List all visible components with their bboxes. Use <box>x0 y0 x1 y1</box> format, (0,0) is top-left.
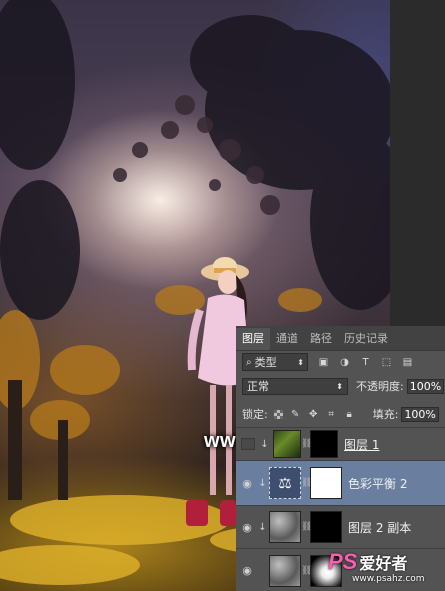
layer-mask-thumbnail <box>310 467 342 499</box>
blend-row: 正常 ⬍ 不透明度: 100% <box>236 374 445 398</box>
clipping-arrow-icon: ↓ <box>258 477 267 489</box>
blend-mode-value: 正常 <box>247 380 269 393</box>
fill-label: 填充: <box>372 408 399 421</box>
eye-icon[interactable]: ◉ <box>236 521 258 534</box>
layer-name: 色彩平衡 2 <box>348 476 408 491</box>
blend-mode-select[interactable]: 正常 ⬍ <box>242 377 348 395</box>
panel-tabs: 图层 通道 路径 历史记录 <box>236 326 445 351</box>
link-icon: ⛓ <box>301 565 313 576</box>
clipping-arrow-icon: ↓ <box>260 438 269 450</box>
lock-image-pixels-icon[interactable]: ✎ <box>290 409 301 420</box>
layer-name: 图层 1 <box>344 437 380 452</box>
smart-object-filter-icon[interactable]: ▤ <box>402 357 413 368</box>
layer-thumbnail <box>273 430 301 458</box>
stepper-arrows-icon: ⬍ <box>336 381 343 391</box>
tab-paths[interactable]: 路径 <box>304 328 338 350</box>
lock-artboard-icon[interactable]: ⌗ <box>326 409 337 420</box>
layer-filter-row: ⌕ 类型 ⬍ ▣ ◑ T ⬚ ▤ <box>236 350 445 374</box>
lock-label: 锁定: <box>242 408 268 421</box>
layer-mask-thumbnail <box>310 511 342 543</box>
lock-all-icon[interactable]: 🔒︎ <box>344 409 355 420</box>
link-icon: ⛓ <box>301 478 313 488</box>
layer-row[interactable]: ◉ ↓ ⛓ 图层 2 副本 <box>236 505 445 548</box>
tab-layers[interactable]: 图层 <box>236 328 270 350</box>
opacity-label: 不透明度: <box>356 380 404 393</box>
fill-input[interactable]: 100% <box>401 406 439 422</box>
logo-ps-text: PS <box>328 549 358 574</box>
search-icon: ⌕ <box>246 356 252 368</box>
layer-mask-thumbnail <box>310 430 338 458</box>
link-icon: ⛓ <box>301 439 313 449</box>
logo-cn-text: 爱好者 <box>359 554 408 573</box>
lock-position-icon[interactable]: ✥ <box>308 409 319 420</box>
image-filter-icon[interactable]: ▣ <box>318 357 329 368</box>
layer-name: 图层 2 副本 <box>348 520 412 535</box>
tab-history[interactable]: 历史记录 <box>338 328 394 350</box>
filter-kind-select[interactable]: ⌕ 类型 ⬍ <box>242 353 308 371</box>
opacity-input[interactable]: 100% <box>406 378 445 394</box>
shape-filter-icon[interactable]: ⬚ <box>381 357 392 368</box>
color-balance-adjustment-icon: ⚖ <box>269 467 301 499</box>
text-filter-icon[interactable]: T <box>360 357 371 368</box>
visibility-toggle-empty[interactable] <box>241 438 255 450</box>
stepper-arrows-icon: ⬍ <box>297 357 304 367</box>
layer-thumbnail <box>269 554 301 587</box>
link-icon: ⛓ <box>301 522 313 532</box>
layer-thumbnail <box>269 511 301 543</box>
logo-url-text: www.psahz.com <box>352 574 425 584</box>
site-logo: PS 爱好者 <box>328 549 407 575</box>
tab-channels[interactable]: 通道 <box>270 328 304 350</box>
lock-transparent-pixels-icon[interactable] <box>273 409 283 419</box>
adjustment-filter-icon[interactable]: ◑ <box>339 357 350 368</box>
filter-kind-label: 类型 <box>254 356 277 369</box>
clipping-arrow-icon: ↓ <box>258 521 267 533</box>
lock-row: 锁定: ✎ ✥ ⌗ 🔒︎ 填充: 100% <box>236 403 445 425</box>
eye-icon[interactable]: ◉ <box>236 477 258 490</box>
eye-icon[interactable]: ◉ <box>236 564 258 577</box>
layer-row[interactable]: ↓ ⛓ 图层 1 <box>236 427 445 460</box>
layer-row-selected[interactable]: ◉ ↓ ⚖ ⛓ 色彩平衡 2 <box>236 460 445 505</box>
